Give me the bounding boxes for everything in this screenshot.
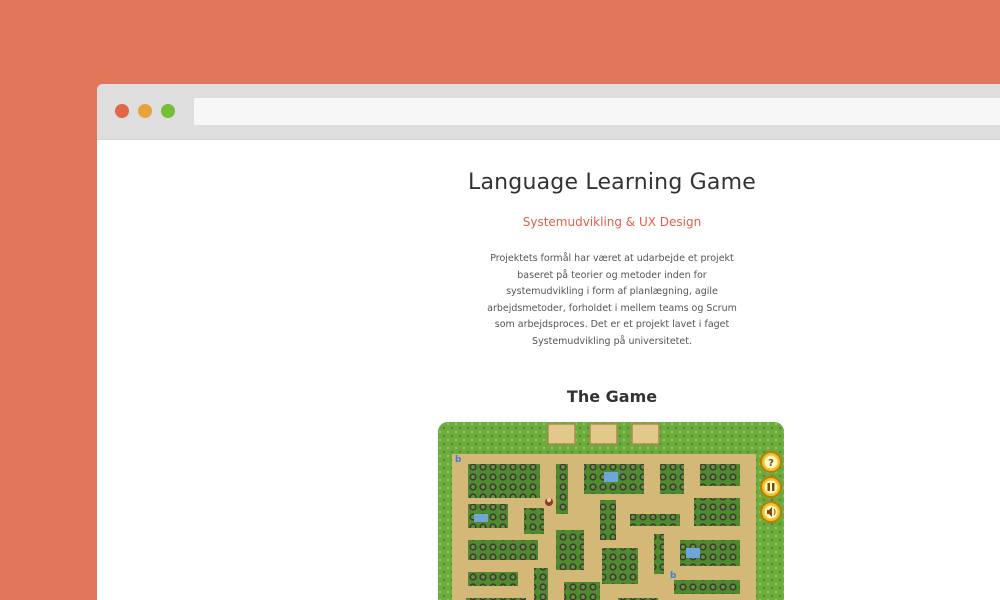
game-heading: The Game bbox=[566, 387, 658, 406]
page-title: Language Learning Game bbox=[468, 170, 756, 195]
maximize-window-button[interactable] bbox=[161, 104, 175, 118]
maze-map: b b ? bbox=[438, 422, 784, 600]
svg-text:?: ? bbox=[768, 458, 774, 469]
project-description: Projektets formål har været at udarbejde… bbox=[487, 253, 737, 347]
sound-button[interactable] bbox=[760, 501, 782, 523]
close-window-button[interactable] bbox=[115, 104, 129, 118]
browser-toolbar bbox=[97, 84, 1000, 140]
pause-button[interactable] bbox=[760, 476, 782, 498]
minimize-window-button[interactable] bbox=[138, 104, 152, 118]
svg-text:b: b bbox=[455, 455, 462, 465]
browser-window: Language Learning Game Systemudvikling &… bbox=[97, 84, 1000, 600]
game-canvas[interactable]: b b ? bbox=[438, 422, 784, 600]
svg-text:b: b bbox=[670, 571, 677, 581]
help-button[interactable]: ? bbox=[760, 451, 782, 473]
page-subtitle: Systemudvikling & UX Design bbox=[522, 215, 702, 229]
address-bar[interactable] bbox=[194, 98, 1000, 125]
page-content: Language Learning Game Systemudvikling &… bbox=[97, 140, 1000, 600]
